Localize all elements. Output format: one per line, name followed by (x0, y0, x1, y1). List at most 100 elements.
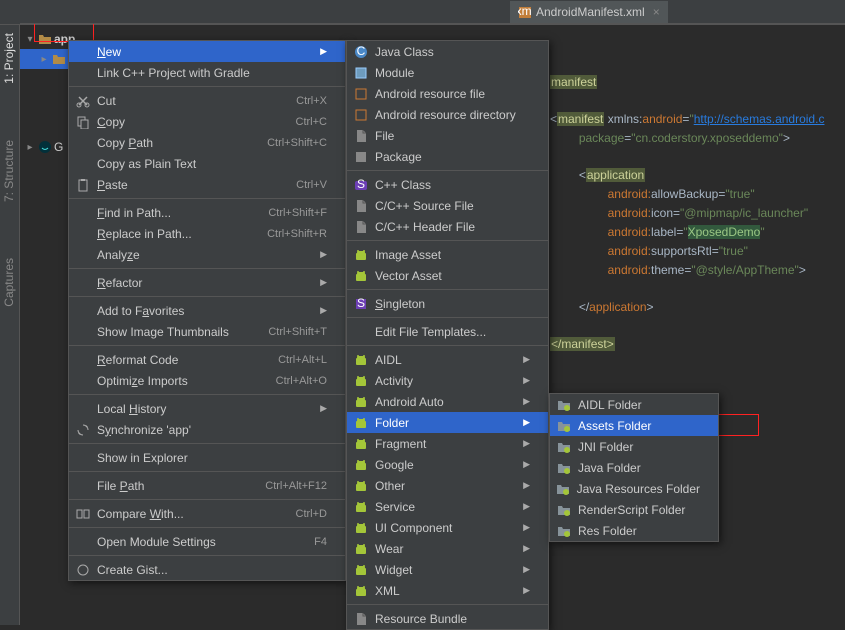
menu-item-label: Package (375, 150, 530, 164)
blank-icon (75, 450, 91, 466)
menu-separator (69, 268, 345, 269)
folder-javarf[interactable]: Java Resources Folder (550, 478, 718, 499)
ctx-compare[interactable]: Compare With...Ctrl+D (69, 503, 345, 524)
new-fragment[interactable]: Fragment▶ (347, 433, 548, 454)
singleton-icon (353, 296, 369, 312)
ctx-localhist[interactable]: Local History▶ (69, 398, 345, 419)
ctx-findpath[interactable]: Find in Path...Ctrl+Shift+F (69, 202, 345, 223)
new-file[interactable]: File (347, 125, 548, 146)
menu-item-label: Res Folder (578, 524, 700, 538)
menu-item-label: Vector Asset (375, 269, 530, 283)
folder-icon (556, 481, 571, 497)
blank-icon (75, 275, 91, 291)
ctx-gist[interactable]: Create Gist... (69, 559, 345, 580)
compare-icon (75, 506, 91, 522)
side-tab-project[interactable]: 1: Project (0, 25, 18, 92)
twisty-icon[interactable]: ▸ (38, 54, 50, 65)
menu-separator (347, 317, 548, 318)
new-other[interactable]: Other▶ (347, 475, 548, 496)
blank-icon (75, 324, 91, 340)
new-activity[interactable]: Activity▶ (347, 370, 548, 391)
menu-item-label: Analyze (97, 248, 310, 262)
chevron-right-icon: ▶ (523, 459, 530, 470)
chevron-right-icon: ▶ (523, 564, 530, 575)
submenu-folder: AIDL FolderAssets FolderJNI Folder Java F… (549, 393, 719, 542)
ctx-modset[interactable]: Open Module SettingsF4 (69, 531, 345, 552)
new-cpphdr[interactable]: C/C++ Header File (347, 216, 548, 237)
folder-javaf[interactable]: Java Folder (550, 457, 718, 478)
menu-item-label: Add to Favorites (97, 304, 310, 318)
ctx-fav[interactable]: Add to Favorites▶ (69, 300, 345, 321)
ctx-copypath[interactable]: Copy PathCtrl+Shift+C (69, 132, 345, 153)
side-tab-structure[interactable]: 7: Structure (0, 132, 18, 210)
new-singleton[interactable]: Singleton (347, 293, 548, 314)
folder-icon (556, 460, 572, 476)
menu-separator (69, 394, 345, 395)
new-module[interactable]: Module (347, 62, 548, 83)
ctx-explorer[interactable]: Show in Explorer (69, 447, 345, 468)
new-xml[interactable]: XML▶ (347, 580, 548, 601)
ctx-filepath[interactable]: File PathCtrl+Alt+F12 (69, 475, 345, 496)
chevron-right-icon: ▶ (523, 522, 530, 533)
ctx-replacepath[interactable]: Replace in Path...Ctrl+Shift+R (69, 223, 345, 244)
menu-item-label: Activity (375, 374, 513, 388)
new-resfile[interactable]: Android resource file (347, 83, 548, 104)
folder-icon (556, 502, 572, 518)
new-imgasset[interactable]: Image Asset (347, 244, 548, 265)
new-widget[interactable]: Widget ▶ (347, 559, 548, 580)
menu-item-label: Image Asset (375, 248, 530, 262)
new-resdir[interactable]: Android resource directory (347, 104, 548, 125)
menu-item-label: Reformat Code (97, 353, 258, 367)
ctx-copy[interactable]: CopyCtrl+C (69, 111, 345, 132)
folder-jnif[interactable]: JNI Folder (550, 436, 718, 457)
ctx-optimize[interactable]: Optimize ImportsCtrl+Alt+O (69, 370, 345, 391)
shortcut-label: Ctrl+X (296, 95, 327, 107)
ctx-thumbs[interactable]: Show Image ThumbnailsCtrl+Shift+T (69, 321, 345, 342)
side-tab-captures[interactable]: Captures (0, 250, 18, 315)
editor-tab-manifest[interactable]: AndroidManifest.xml × (510, 1, 668, 23)
res-icon (353, 86, 369, 102)
new-wear[interactable]: Wear ▶ (347, 538, 548, 559)
menu-item-label: Refactor (97, 276, 310, 290)
new-package[interactable]: Package (347, 146, 548, 167)
ctx-sync[interactable]: Synchronize 'app' (69, 419, 345, 440)
menu-item-label: Show Image Thumbnails (97, 325, 248, 339)
menu-item-label: Wear (375, 542, 513, 556)
code-editor[interactable]: manifest <manifest xmlns:android="http:/… (550, 55, 845, 372)
new-folder[interactable]: Folder▶ (347, 412, 548, 433)
new-google[interactable]: Google▶ (347, 454, 548, 475)
close-icon[interactable]: × (653, 5, 660, 19)
editor-tab-label: AndroidManifest.xml (536, 5, 645, 19)
ctx-new[interactable]: New▶ (69, 41, 345, 62)
new-javaclass[interactable]: Java Class (347, 41, 548, 62)
new-cppsrc[interactable]: C/C++ Source File (347, 195, 548, 216)
shortcut-label: Ctrl+Shift+F (268, 207, 327, 219)
ctx-analyze[interactable]: Analyze▶ (69, 244, 345, 265)
new-androidauto[interactable]: Android Auto▶ (347, 391, 548, 412)
shortcut-label: Ctrl+Shift+C (267, 137, 327, 149)
new-aidl[interactable]: AIDL▶ (347, 349, 548, 370)
new-service[interactable]: Service▶ (347, 496, 548, 517)
ctx-copyplain[interactable]: Copy as Plain Text (69, 153, 345, 174)
new-cppclass[interactable]: C++ Class (347, 174, 548, 195)
menu-item-label: Java Folder (578, 461, 700, 475)
ctx-reformat[interactable]: Reformat CodeCtrl+Alt+L (69, 349, 345, 370)
menu-item-label: RenderScript Folder (578, 503, 700, 517)
new-vecasset[interactable]: Vector Asset (347, 265, 548, 286)
ctx-refactor[interactable]: Refactor▶ (69, 272, 345, 293)
menu-item-label: Widget (375, 563, 513, 577)
ctx-cut[interactable]: CutCtrl+X (69, 90, 345, 111)
ctx-paste[interactable]: PasteCtrl+V (69, 174, 345, 195)
ctx-linkcpp[interactable]: Link C++ Project with Gradle (69, 62, 345, 83)
twisty-icon[interactable]: ▸ (24, 142, 36, 153)
menu-item-label: AIDL (375, 353, 513, 367)
new-editft[interactable]: Edit File Templates... (347, 321, 548, 342)
folder-assetsf[interactable]: Assets Folder (550, 415, 718, 436)
chevron-right-icon: ▶ (523, 543, 530, 554)
folder-rsf[interactable]: RenderScript Folder (550, 499, 718, 520)
folder-aidlf[interactable]: AIDL Folder (550, 394, 718, 415)
folder-resf[interactable]: Res Folder (550, 520, 718, 541)
folder-icon (556, 397, 572, 413)
new-uicomp[interactable]: UI Component▶ (347, 517, 548, 538)
menu-separator (69, 86, 345, 87)
